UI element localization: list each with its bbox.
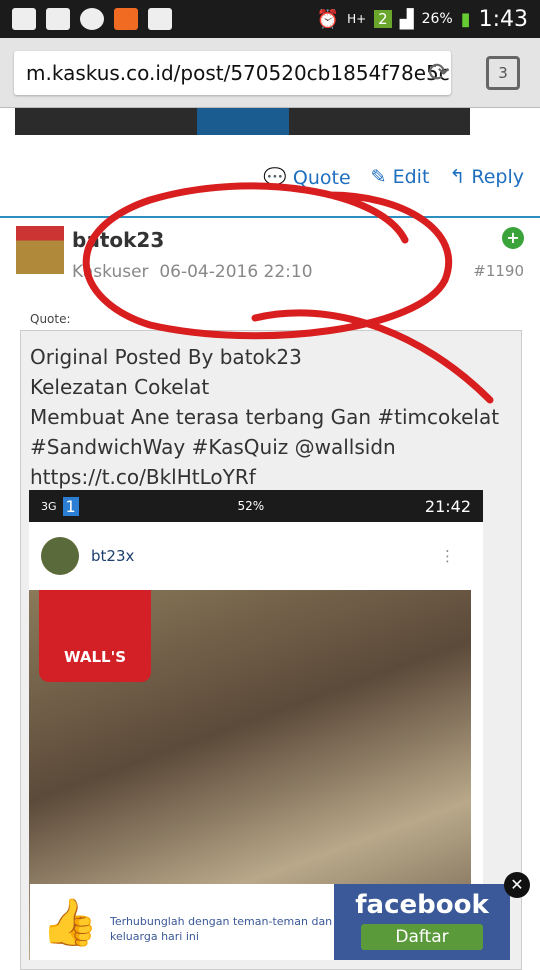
reload-icon[interactable]: ⟳ (428, 58, 450, 88)
quote-line: Kelezatan Cokelat (30, 375, 210, 399)
quote-label: Quote: (30, 312, 71, 326)
reply-label: Reply (471, 166, 524, 188)
quote-link[interactable]: https://t.co/BklHtLoYRf (30, 462, 499, 492)
alarm-icon: ⏰ (316, 8, 340, 30)
quote-button[interactable]: 💬 Quote (263, 166, 350, 189)
edit-button[interactable]: ✎ Edit (371, 166, 430, 189)
gallery-icon (12, 8, 36, 30)
quote-line: Membuat Ane terasa terbang Gan #timcokel… (30, 405, 500, 429)
quote-text: Original Posted By batok23 Kelezatan Cok… (30, 342, 499, 492)
facebook-panel: facebook Daftar (334, 884, 510, 960)
battery-percent: 26% (421, 11, 453, 27)
facebook-ad-banner[interactable]: 👍 Terhubunglah dengan teman-teman dan ke… (30, 884, 510, 960)
ig-username: bt23x (91, 547, 135, 565)
post-meta: Kaskuser 06-04-2016 22:10 (72, 262, 313, 282)
user-rank: Kaskuser (72, 262, 149, 282)
daftar-button[interactable]: Daftar (361, 924, 483, 950)
quote-label: Quote (292, 167, 351, 189)
avatar[interactable] (16, 226, 64, 274)
facebook-logo: facebook (355, 890, 489, 920)
embedded-sim: 1 (62, 496, 79, 516)
url-field[interactable]: m.kaskus.co.id/post/570520cb1854f78e5c (14, 51, 451, 95)
post-number[interactable]: #1190 (473, 262, 524, 280)
line-icon (80, 8, 104, 30)
post-datetime: 06-04-2016 22:10 (159, 262, 313, 282)
status-bar: ⏰ H+ 2 ▟ 26% ▮ 1:43 (0, 0, 540, 38)
quote-line: #SandwichWay #KasQuiz @wallsidn (30, 435, 396, 459)
browser-toolbar: m.kaskus.co.id/post/570520cb1854f78e5c (0, 38, 540, 108)
sim-indicator: 2 (374, 10, 392, 28)
embedded-network: 3G (41, 499, 57, 513)
embedded-time: 21:42 (424, 496, 471, 516)
post-actions: 💬 Quote ✎ Edit ↰ Reply (263, 166, 524, 189)
ad-text: Terhubunglah dengan teman-teman dan kelu… (110, 915, 333, 943)
thumbs-up-icon: 👍 (41, 895, 99, 949)
username[interactable]: batok23 (72, 228, 164, 252)
edit-label: Edit (392, 166, 430, 188)
more-icon: ⋮ (440, 547, 455, 565)
embedded-battery: 52% (237, 499, 265, 513)
add-reputation-icon[interactable]: + (502, 227, 524, 249)
close-ad-icon[interactable]: ✕ (504, 872, 530, 898)
walls-logo: WALL'S (39, 590, 151, 682)
ig-avatar (41, 537, 79, 575)
embedded-status-bar: 3G 1 52% 21:42 (29, 490, 483, 522)
battery-icon: ▮ (460, 8, 471, 30)
reply-button[interactable]: ↰ Reply (449, 166, 524, 189)
clock: 1:43 (478, 6, 528, 32)
quote-origin: Original Posted By batok23 (30, 345, 302, 369)
signal-icon: ▟ (399, 8, 414, 30)
site-nav-strip (15, 108, 470, 135)
bbm-icon (148, 8, 172, 30)
ig-header: bt23x ⋮ (29, 522, 483, 590)
network-type: H+ (347, 12, 367, 26)
tab-switcher-button[interactable]: 3 (486, 56, 520, 90)
lazada-icon (114, 8, 138, 30)
karaoke-icon (46, 8, 70, 30)
divider (0, 216, 540, 218)
